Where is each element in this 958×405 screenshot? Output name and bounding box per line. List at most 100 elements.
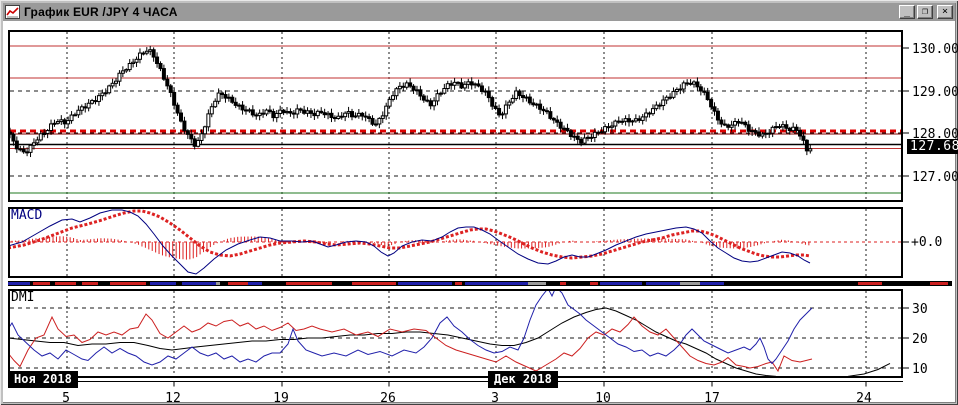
candle-body [490, 97, 495, 107]
price-chart-panel[interactable] [8, 30, 903, 202]
candle-body [726, 124, 731, 128]
candle-body [589, 136, 594, 139]
candle-body [206, 113, 211, 128]
candle-body [179, 112, 183, 122]
macd-zero-label: +0.0 [911, 235, 943, 250]
candle-body [62, 119, 67, 125]
candle-body [760, 133, 765, 137]
candle-body [312, 112, 317, 117]
candle-body [380, 115, 385, 119]
candle-body [674, 88, 679, 92]
time-tick-label: 24 [856, 391, 872, 405]
candle-body [356, 112, 361, 117]
ribbon-segment [352, 282, 396, 285]
candle-body [161, 68, 166, 80]
candle-body [38, 133, 43, 141]
candle-body [538, 103, 543, 110]
candle-body [35, 139, 40, 144]
candle-body [562, 127, 567, 130]
candle-body [404, 82, 409, 88]
candle-body [401, 85, 406, 88]
candle-body [763, 132, 768, 135]
candle-body [247, 109, 252, 112]
ribbon-segment [150, 282, 176, 285]
candle-body [363, 115, 368, 118]
candle-body [787, 127, 792, 132]
ribbon-segment [286, 282, 332, 285]
candle-body [435, 93, 440, 102]
macd-signal-line [8, 209, 811, 260]
candle-body [144, 50, 149, 54]
candle-body [568, 130, 573, 137]
candle-body [592, 131, 597, 139]
candle-body [134, 58, 139, 63]
candle-body [83, 106, 88, 109]
candle-body [531, 102, 536, 106]
candle-body [503, 104, 508, 115]
candle-body [367, 116, 372, 119]
price-axis: 130.00129.00128.00127.00302010 [903, 42, 958, 377]
macd-panel[interactable] [8, 207, 903, 278]
ribbon-segment [858, 282, 882, 285]
candle-body [500, 113, 505, 116]
candle-body [233, 101, 238, 106]
candle-body [42, 133, 47, 136]
candle-body [76, 109, 81, 116]
candle-body [391, 95, 396, 100]
candle-body [695, 81, 700, 88]
candle-body [353, 115, 358, 118]
candle-body [425, 99, 430, 102]
candle-body [103, 92, 108, 95]
panel-border [8, 289, 903, 378]
time-tick-label: 17 [704, 391, 720, 405]
candle-body [93, 100, 98, 103]
candle-body [131, 61, 136, 64]
candle-body [175, 104, 180, 114]
candle-body [49, 123, 54, 132]
candle-body [79, 106, 84, 111]
candle-body [59, 119, 64, 123]
candle-body [165, 78, 170, 87]
candle-body [55, 121, 60, 124]
candle-body [408, 82, 413, 87]
candle-body [189, 133, 194, 140]
candle-body [644, 112, 649, 118]
candle-body [784, 124, 789, 129]
candle-body [572, 135, 577, 138]
panel-border [8, 30, 903, 202]
candle-body [791, 126, 796, 132]
ribbon-segment [465, 282, 528, 285]
candle-body [685, 82, 690, 85]
month-label: Дек 2018 [488, 371, 558, 388]
ribbon-segment [8, 282, 30, 285]
candle-body [692, 81, 696, 85]
candle-body [756, 131, 761, 137]
candle-body [808, 148, 813, 152]
maximize-button[interactable]: ❐ [917, 5, 933, 19]
candle-body [514, 90, 519, 99]
candle-body [609, 125, 614, 128]
candle-body [585, 136, 590, 139]
candle-body [527, 96, 532, 104]
dmi-panel[interactable] [8, 289, 903, 378]
candle-body [346, 111, 351, 114]
candle-body [196, 139, 201, 147]
time-axis: 5 12 19 26 3 10 17 24 [8, 381, 903, 405]
candle-body [86, 102, 91, 109]
candle-body [370, 117, 375, 125]
title-bar[interactable]: График EUR /JPY 4 ЧАСА _ ❐ × [3, 3, 955, 21]
time-tick-label: 12 [165, 391, 181, 405]
candle-body [25, 151, 30, 154]
candle-body [151, 49, 156, 58]
candle-body [110, 82, 115, 87]
candle-body [579, 138, 584, 144]
close-button[interactable]: × [937, 5, 953, 19]
candle-body [185, 130, 190, 135]
price-tick-label: 127.00 [912, 170, 958, 185]
minimize-button[interactable]: _ [899, 5, 915, 19]
chart-app-icon [5, 5, 20, 19]
candle-body [114, 80, 119, 84]
candle-body [254, 114, 259, 117]
candle-body [483, 90, 488, 93]
candle-body [712, 106, 717, 112]
